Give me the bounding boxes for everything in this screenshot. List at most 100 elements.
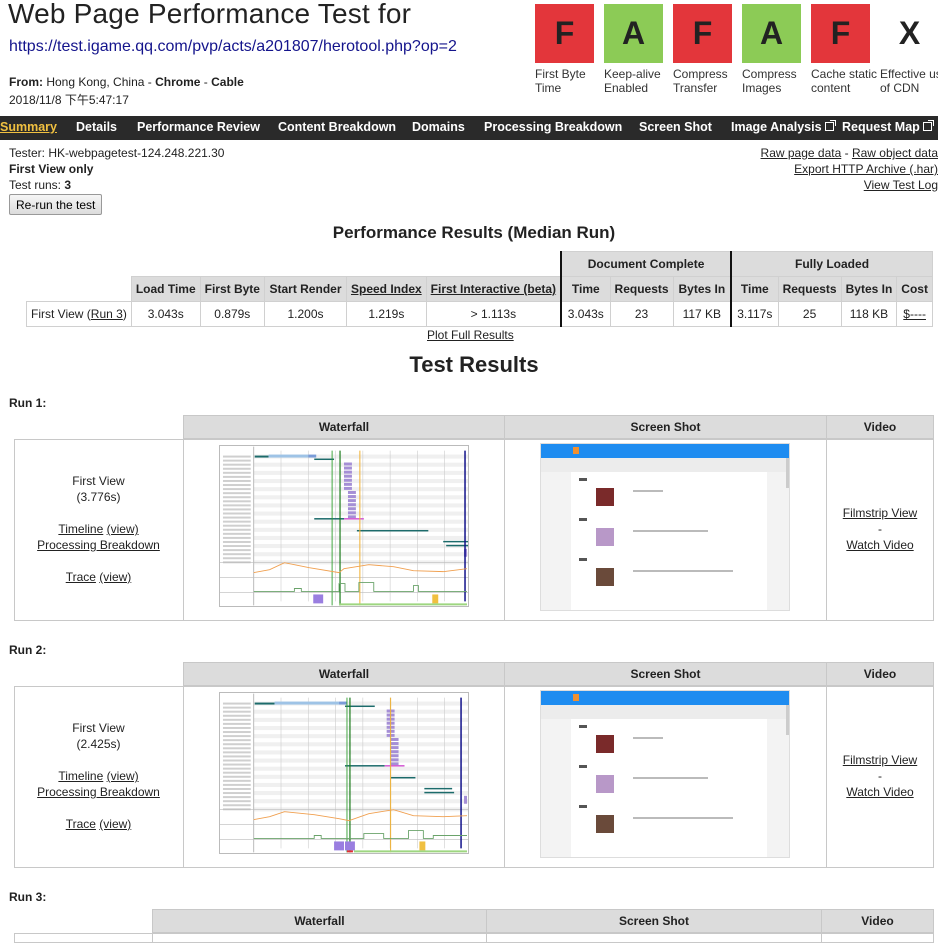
screenshot-item-name: [579, 725, 587, 728]
grade-cache-static-content[interactable]: F: [811, 4, 870, 63]
run-3-info-cell: [14, 933, 153, 943]
waterfall-row-label: [222, 549, 251, 552]
view-test-log-link[interactable]: View Test Log: [864, 178, 938, 192]
waterfall-row-label: [222, 710, 251, 713]
test-runs-value: 3: [64, 178, 72, 192]
waterfall-bar: [344, 474, 352, 478]
waterfall-bar: [347, 503, 356, 507]
separator: -: [200, 75, 212, 89]
metric-value[interactable]: $----: [896, 301, 933, 327]
waterfall-row-stripe: [253, 758, 468, 763]
grade-first-byte-time[interactable]: F: [535, 4, 594, 63]
waterfall-row-label: [222, 759, 251, 762]
waterfall-row-label: [222, 771, 251, 774]
timeline-link[interactable]: Timeline: [58, 522, 103, 536]
cpu-activity-block: [334, 841, 344, 851]
waterfall-row-label: [222, 726, 251, 729]
run-1-waterfall-header: Waterfall: [183, 415, 505, 439]
nav-tab-label: Processing Breakdown: [484, 120, 623, 134]
column-header[interactable]: First Interactive (beta): [425, 276, 562, 302]
screenshot-item-thumb: [596, 528, 614, 546]
screenshot-item-thumb: [596, 488, 614, 506]
column-header-link[interactable]: Speed Index: [351, 282, 422, 296]
document-complete-header: Document Complete: [560, 251, 732, 277]
grade-label-cache-static-content: Cache static content: [811, 67, 878, 95]
timeline-view-link[interactable]: (view): [107, 522, 139, 536]
nav-tab-request-map[interactable]: Request Map: [842, 120, 934, 134]
run-3-waterfall-header: Waterfall: [152, 909, 487, 933]
grade-compress-images[interactable]: A: [742, 4, 801, 63]
metric-value: 1.200s: [263, 301, 347, 327]
metric-value: 3.117s: [730, 301, 779, 327]
grade-label-compress-transfer: Compress Transfer: [673, 67, 728, 95]
nav-tab-content-breakdown[interactable]: Content Breakdown: [278, 120, 396, 134]
waterfall-row-stripe: [253, 503, 468, 508]
column-header[interactable]: Speed Index: [345, 276, 427, 302]
rerun-test-button[interactable]: Re-run the test: [9, 194, 103, 215]
processing-breakdown-link[interactable]: Processing Breakdown: [37, 538, 160, 552]
run-1-label: Run 1:: [9, 396, 47, 410]
nav-tab-image-analysis[interactable]: Image Analysis: [731, 120, 836, 134]
run-1-video-links: Filmstrip View - Watch Video: [826, 505, 934, 553]
waterfall-row-label: [222, 528, 251, 531]
view-type: First View: [72, 721, 125, 735]
watch-video-link[interactable]: Watch Video: [846, 538, 913, 552]
column-header: Cost: [896, 276, 933, 302]
nav-tab-performance-review[interactable]: Performance Review: [137, 120, 260, 134]
screenshot-scrollbar[interactable]: [786, 458, 789, 488]
raw-page-data-link[interactable]: Raw page data: [761, 146, 842, 160]
screenshot-logo: [573, 694, 579, 701]
timeline-link[interactable]: Timeline: [58, 769, 103, 783]
screenshot-item-thumb: [596, 735, 614, 753]
waterfall-row-stripe: [253, 462, 468, 467]
trace-view-link[interactable]: (view): [99, 570, 131, 584]
page-title: Web Page Performance Test for: [8, 0, 412, 29]
waterfall-bar: [254, 455, 269, 458]
metric-value: 117 KB: [672, 301, 732, 327]
connection: Cable: [211, 75, 244, 89]
processing-breakdown-link[interactable]: Processing Breakdown: [37, 785, 160, 799]
trace-link[interactable]: Trace: [66, 817, 96, 831]
timeline-view-link[interactable]: (view): [107, 769, 139, 783]
trace-view-link[interactable]: (view): [99, 817, 131, 831]
waterfall-row-label: [222, 524, 251, 527]
grade-keep-alive-enabled[interactable]: A: [604, 4, 663, 63]
run-1-waterfall-image[interactable]: [219, 445, 476, 607]
nav-tab-summary[interactable]: Summary: [0, 120, 57, 134]
column-header-link[interactable]: First Interactive (beta): [431, 282, 556, 296]
grade-effective-use-of-cdn[interactable]: X: [880, 4, 938, 63]
export-har-link[interactable]: Export HTTP Archive (.har): [794, 162, 938, 176]
cpu-activity-block: [432, 594, 439, 604]
tested-url-link[interactable]: https://test.igame.qq.com/pvp/acts/a2018…: [9, 38, 457, 56]
separator: -: [841, 146, 852, 160]
run-2-waterfall-image[interactable]: [219, 692, 469, 854]
nav-tab-details[interactable]: Details: [76, 120, 117, 134]
column-header: Time: [730, 276, 779, 302]
raw-object-data-link[interactable]: Raw object data: [852, 146, 938, 160]
filmstrip-view-link[interactable]: Filmstrip View: [843, 506, 917, 520]
waterfall-row-label: [222, 520, 251, 523]
run-2-waterfall-header: Waterfall: [183, 662, 505, 686]
waterfall-bar: [254, 702, 275, 705]
test-runs: Test runs: 3: [9, 178, 71, 192]
waterfall-bar: [390, 776, 416, 779]
grade-compress-transfer[interactable]: F: [673, 4, 732, 63]
plot-full-results-link[interactable]: Plot Full Results: [427, 328, 514, 342]
column-header: Bytes In: [840, 276, 898, 302]
run-2-screenshot-image[interactable]: [540, 690, 790, 858]
screenshot-scrollbar[interactable]: [786, 705, 789, 735]
trace-link[interactable]: Trace: [66, 570, 96, 584]
cost-link[interactable]: $----: [903, 307, 926, 321]
screenshot-item-name: [579, 518, 587, 521]
run-3-link[interactable]: Run 3: [91, 307, 123, 321]
run-1-screenshot-image[interactable]: [540, 443, 790, 611]
nav-tab-processing-breakdown[interactable]: Processing Breakdown: [484, 120, 622, 134]
run-2-label: Run 2:: [9, 643, 47, 657]
filmstrip-view-link[interactable]: Filmstrip View: [843, 753, 917, 767]
nav-tab-domains[interactable]: Domains: [412, 120, 465, 134]
watch-video-link[interactable]: Watch Video: [846, 785, 913, 799]
test-date: 2018/11/8 下午5:47:17: [9, 93, 129, 107]
column-header: Load Time: [130, 276, 201, 302]
waterfall-row-label: [222, 467, 251, 470]
nav-tab-screen-shot[interactable]: Screen Shot: [639, 120, 712, 134]
